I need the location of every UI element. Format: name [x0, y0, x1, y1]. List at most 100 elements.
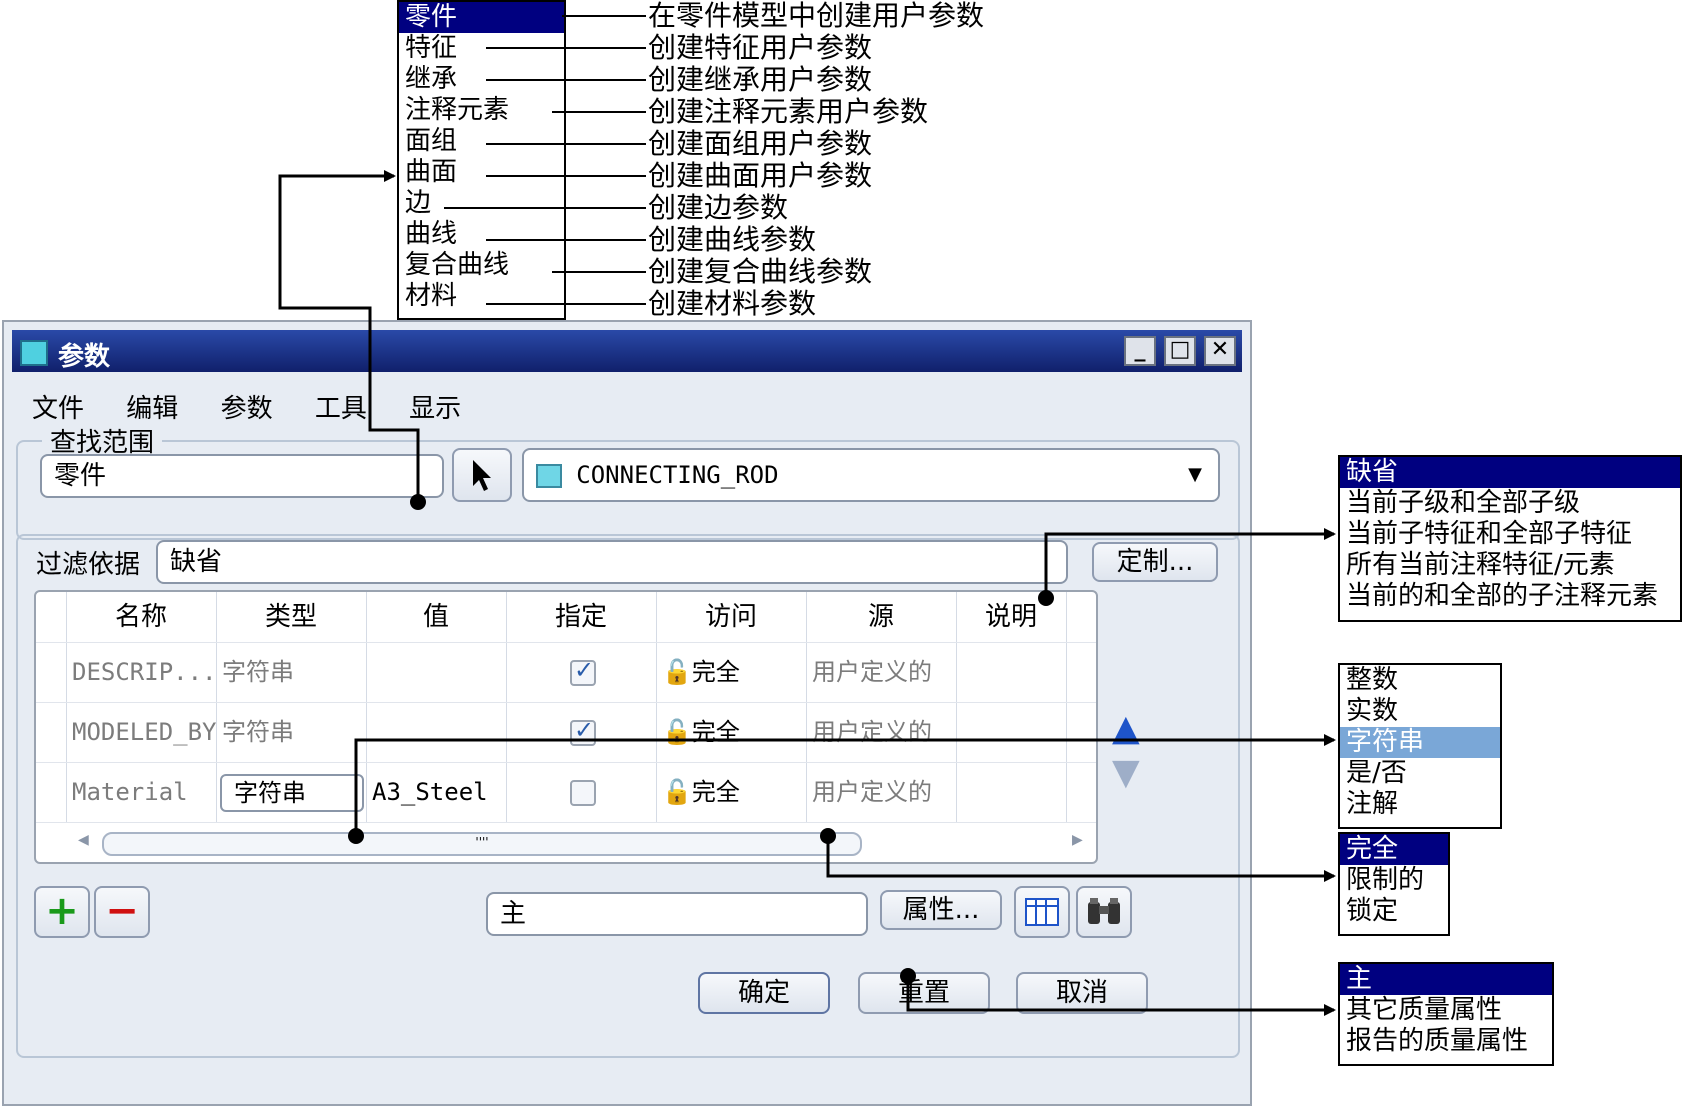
- find-button[interactable]: [1076, 886, 1132, 938]
- access-option[interactable]: 完全: [1340, 834, 1448, 865]
- properties-button[interactable]: 属性...: [880, 890, 1002, 930]
- parameters-table: 名称 类型 值 指定 访问 源 说明 DESCRIP... 字符串 🔓完全 用户…: [34, 590, 1098, 864]
- move-down-icon[interactable]: ▼: [1112, 752, 1140, 793]
- object-type-desc: 在零件模型中创建用户参数: [648, 0, 985, 32]
- customize-button[interactable]: 定制...: [1092, 542, 1218, 582]
- object-type-item[interactable]: 注释元素: [399, 95, 564, 126]
- object-type-item[interactable]: 曲面: [399, 157, 564, 188]
- scroll-left-icon[interactable]: ◀: [78, 832, 89, 848]
- row-type[interactable]: 字符串: [222, 642, 294, 702]
- model-icon: [536, 463, 562, 488]
- object-type-desc: 创建边参数: [648, 191, 789, 224]
- title-bar: 参数 _ □ ✕: [12, 330, 1242, 372]
- model-select[interactable]: CONNECTING_ROD ▼: [522, 448, 1220, 502]
- row-access[interactable]: 🔓完全: [662, 762, 740, 822]
- move-up-icon[interactable]: ▲: [1112, 708, 1140, 749]
- row-name[interactable]: DESCRIP...: [72, 642, 217, 702]
- chevron-down-icon[interactable]: ▼: [1188, 450, 1202, 500]
- row-name[interactable]: MODELED_BY: [72, 702, 217, 762]
- object-type-item[interactable]: 继承: [399, 64, 564, 95]
- object-type-desc: 创建曲面用户参数: [648, 159, 873, 192]
- col-name[interactable]: 名称: [66, 592, 216, 642]
- lock-icon: 🔓: [662, 658, 692, 686]
- object-type-desc: 创建复合曲线参数: [648, 255, 873, 288]
- type-option[interactable]: 整数: [1340, 665, 1500, 696]
- ok-button[interactable]: 确定: [698, 972, 830, 1014]
- plus-icon: +: [45, 888, 79, 934]
- object-type-list: 零件 特征 继承 注释元素 面组 曲面 边 曲线 复合曲线 材料: [397, 0, 566, 320]
- close-icon[interactable]: ✕: [1204, 336, 1236, 366]
- row-designate-checkbox[interactable]: [570, 716, 596, 746]
- col-source[interactable]: 源: [806, 592, 956, 642]
- row-value[interactable]: A3_Steel: [372, 762, 488, 822]
- remove-parameter-button[interactable]: −: [94, 886, 150, 938]
- cancel-button[interactable]: 取消: [1016, 972, 1148, 1014]
- menu-display[interactable]: 显示: [409, 394, 461, 424]
- horizontal-scrollbar[interactable]: '''': [102, 832, 862, 856]
- dialog-title: 参数: [58, 342, 111, 372]
- reset-button[interactable]: 重置: [858, 972, 990, 1014]
- object-type-desc: 创建曲线参数: [648, 223, 817, 256]
- object-type-desc: 创建材料参数: [648, 287, 817, 320]
- row-type-select[interactable]: 字符串: [220, 774, 364, 812]
- filter-label: 过滤依据: [36, 550, 141, 580]
- binoculars-icon: [1088, 898, 1120, 924]
- object-type-item[interactable]: 特征: [399, 33, 564, 64]
- col-description[interactable]: 说明: [956, 592, 1066, 642]
- row-source: 用户定义的: [812, 778, 932, 806]
- filter-option[interactable]: 缺省: [1340, 457, 1680, 488]
- col-access[interactable]: 访问: [656, 592, 806, 642]
- access-option[interactable]: 锁定: [1340, 896, 1448, 927]
- menu-edit[interactable]: 编辑: [126, 394, 178, 424]
- select-pointer-button[interactable]: [452, 448, 512, 502]
- col-designate[interactable]: 指定: [506, 592, 656, 642]
- lookin-type-field[interactable]: 零件: [40, 454, 444, 498]
- access-option[interactable]: 限制的: [1340, 865, 1448, 896]
- minimize-icon[interactable]: _: [1124, 336, 1156, 366]
- row-designate-checkbox[interactable]: [570, 780, 596, 806]
- object-type-item[interactable]: 面组: [399, 126, 564, 157]
- access-options-list: 完全 限制的 锁定: [1338, 832, 1450, 936]
- type-options-list: 整数 实数 字符串 是/否 注解: [1338, 663, 1502, 829]
- object-type-item[interactable]: 边: [399, 188, 564, 219]
- column-settings-button[interactable]: [1014, 886, 1070, 938]
- type-option[interactable]: 字符串: [1340, 727, 1500, 758]
- row-name[interactable]: Material: [72, 762, 188, 822]
- row-source: 用户定义的: [812, 718, 932, 746]
- object-type-item[interactable]: 零件: [399, 2, 564, 33]
- mass-option[interactable]: 其它质量属性: [1340, 995, 1552, 1026]
- filter-option[interactable]: 当前子级和全部子级: [1340, 488, 1680, 519]
- row-type[interactable]: 字符串: [222, 702, 294, 762]
- mass-properties-select[interactable]: 主: [486, 892, 868, 936]
- filter-option[interactable]: 所有当前注释特征/元素: [1340, 550, 1680, 581]
- parameters-dialog: 参数 _ □ ✕ 文件 编辑 参数 工具 显示 查找范围 零件 CONNECTI…: [2, 320, 1252, 1106]
- add-parameter-button[interactable]: +: [34, 886, 90, 938]
- object-type-item[interactable]: 材料: [399, 281, 564, 312]
- col-type[interactable]: 类型: [216, 592, 366, 642]
- mass-option[interactable]: 主: [1340, 964, 1552, 995]
- mass-options-list: 主 其它质量属性 报告的质量属性: [1338, 962, 1554, 1066]
- menu-file[interactable]: 文件: [32, 394, 84, 424]
- filter-option[interactable]: 当前的和全部的子注释元素: [1340, 581, 1680, 612]
- object-type-item[interactable]: 复合曲线: [399, 250, 564, 281]
- object-type-desc: 创建继承用户参数: [648, 63, 873, 96]
- filter-option[interactable]: 当前子特征和全部子特征: [1340, 519, 1680, 550]
- filter-field[interactable]: 缺省: [156, 540, 1068, 584]
- row-access[interactable]: 🔓完全: [662, 642, 740, 702]
- scroll-grip: '''': [475, 835, 489, 849]
- mass-option[interactable]: 报告的质量属性: [1340, 1026, 1552, 1057]
- object-type-desc: 创建特征用户参数: [648, 31, 873, 64]
- maximize-icon[interactable]: □: [1164, 336, 1196, 366]
- type-option[interactable]: 是/否: [1340, 758, 1500, 789]
- type-option[interactable]: 注解: [1340, 789, 1500, 820]
- object-type-item[interactable]: 曲线: [399, 219, 564, 250]
- scroll-right-icon[interactable]: ▶: [1072, 832, 1083, 848]
- col-value[interactable]: 值: [366, 592, 506, 642]
- lock-icon: 🔓: [662, 778, 692, 806]
- row-access[interactable]: 🔓完全: [662, 702, 740, 762]
- menu-bar: 文件 编辑 参数 工具 显示: [32, 388, 495, 425]
- menu-parameters[interactable]: 参数: [221, 394, 273, 424]
- row-designate-checkbox[interactable]: [570, 656, 596, 686]
- type-option[interactable]: 实数: [1340, 696, 1500, 727]
- menu-tools[interactable]: 工具: [315, 394, 367, 424]
